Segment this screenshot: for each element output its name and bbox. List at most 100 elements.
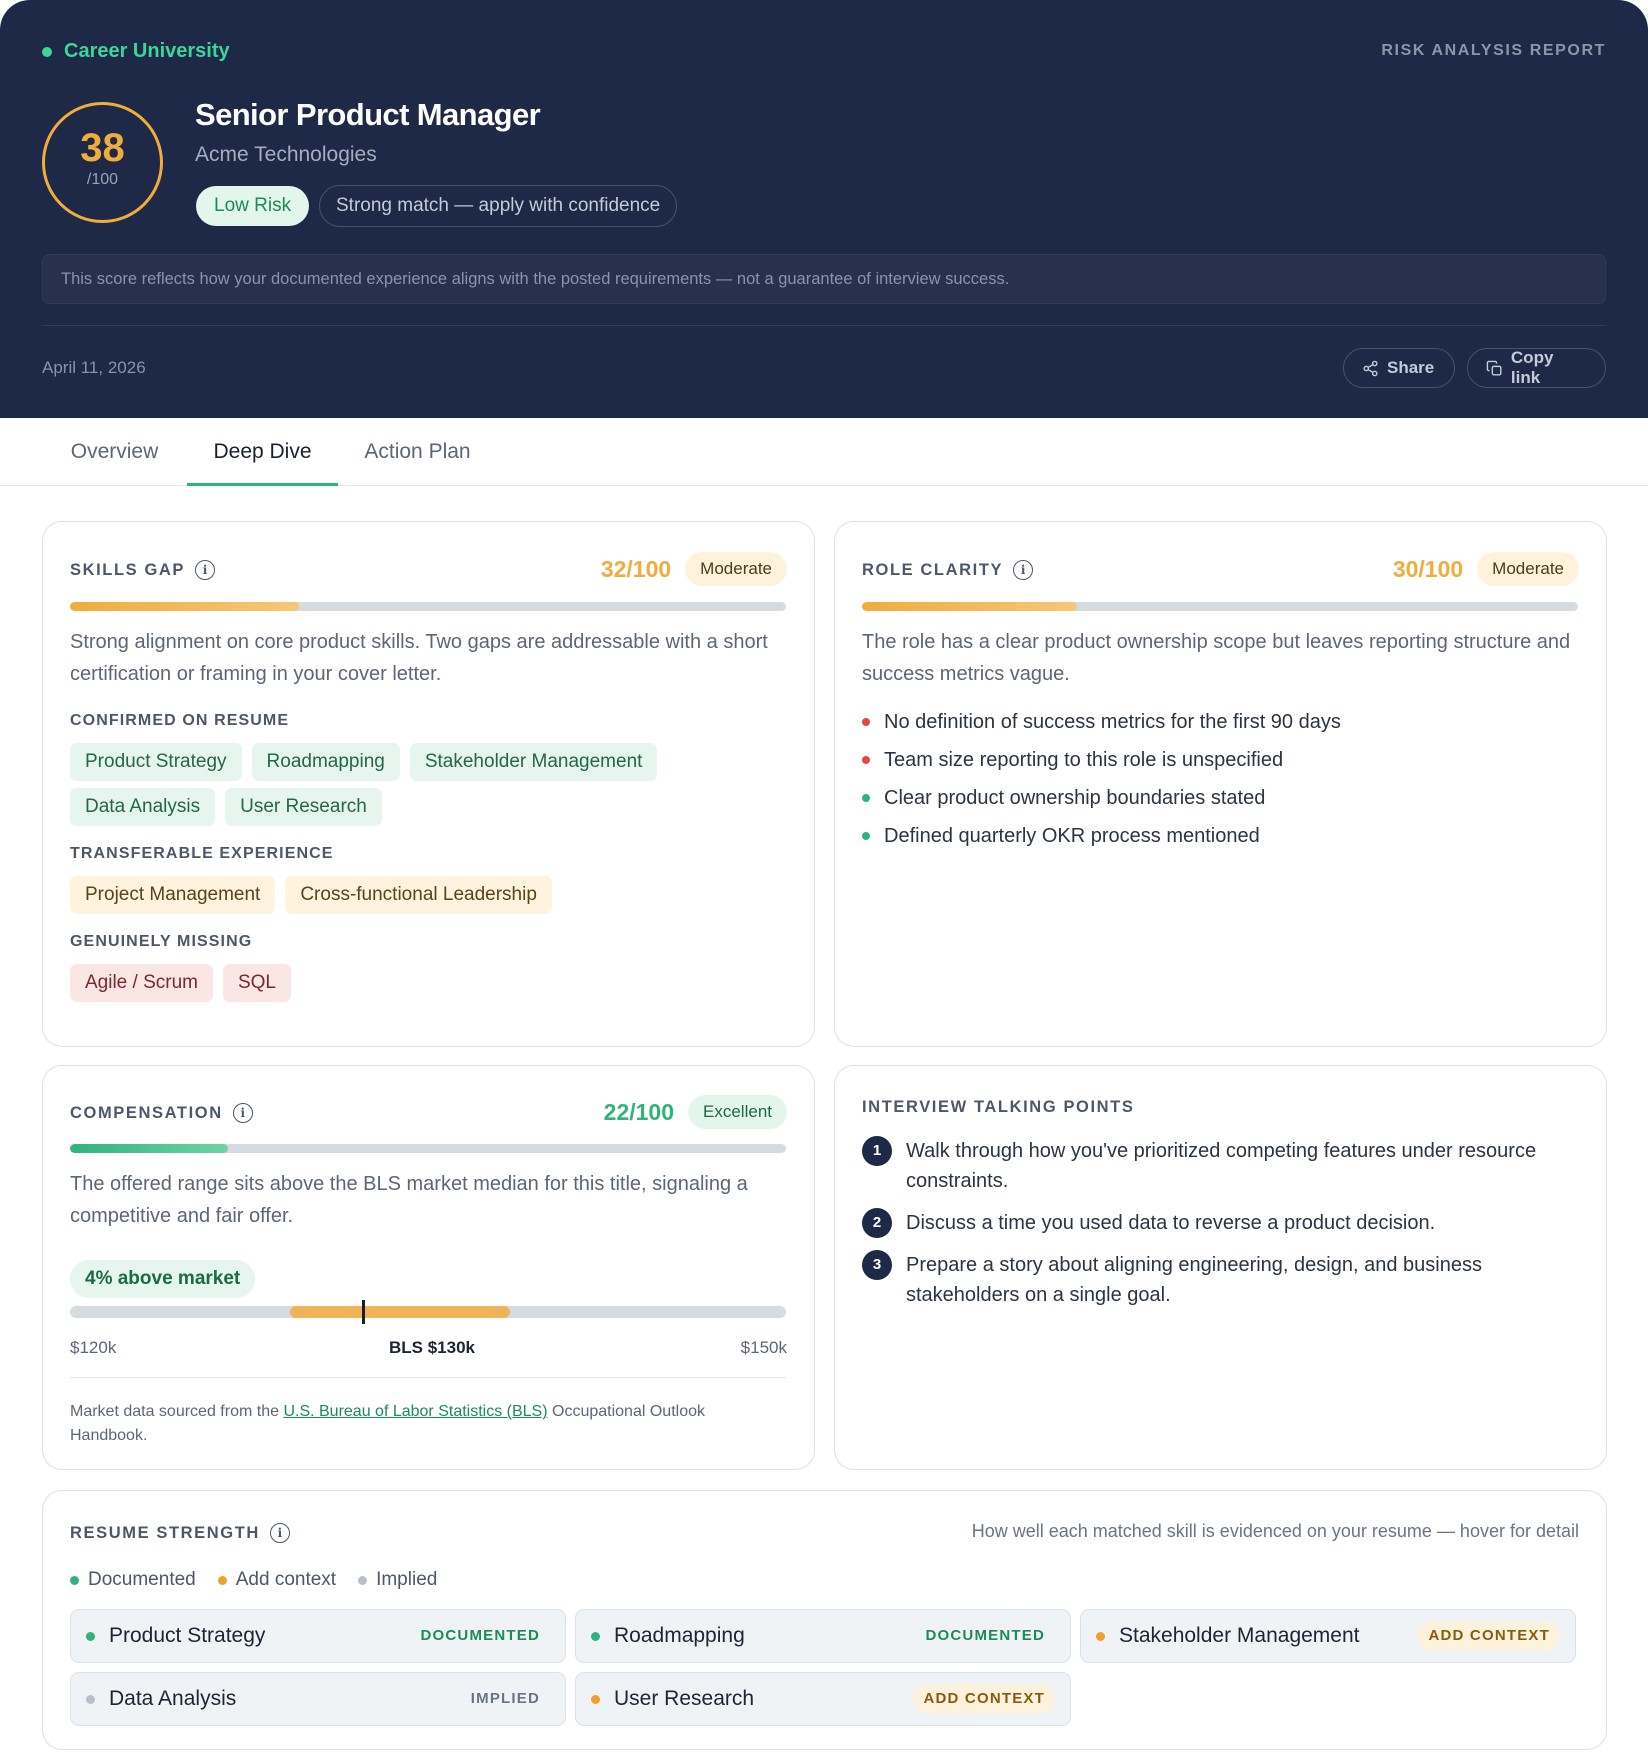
report-header: Career University RISK ANALYSIS REPORT 3… (0, 0, 1648, 418)
score-disclaimer: This score reflects how your documented … (42, 254, 1606, 304)
finding-item: Team size reporting to this role is unsp… (862, 741, 1341, 779)
skill-name: User Research (614, 1687, 755, 1710)
compensation-card: COMPENSATION i 22/100 Excellent The offe… (42, 1065, 815, 1470)
skills-gap-badge: Moderate (685, 552, 787, 586)
brand[interactable]: Career University (42, 40, 230, 63)
source-prefix: Market data sourced from the (70, 1403, 284, 1420)
role-clarity-score-group: 30/100 Moderate (1393, 552, 1579, 586)
strength-status: IMPLIED (470, 1690, 540, 1707)
transferable-chips: Project Management Cross-functional Lead… (70, 876, 552, 914)
documented-dot-icon (70, 1575, 79, 1585)
job-title: Senior Product Manager (195, 97, 541, 132)
documented-dot-icon (591, 1631, 600, 1641)
copy-link-label: Copy link (1510, 348, 1554, 387)
talking-points-list: 1 Walk through how you've prioritized co… (862, 1136, 1578, 1310)
company-name: Acme Technologies (195, 143, 377, 166)
range-min-label: $120k (70, 1338, 117, 1357)
risk-level-badge: Low Risk (196, 186, 310, 226)
skills-gap-bar-fill (70, 602, 300, 611)
talking-point-text: Prepare a story about aligning engineeri… (906, 1254, 1482, 1306)
strength-tile[interactable]: Data Analysis IMPLIED (70, 1672, 566, 1726)
skill-chip: Agile / Scrum (70, 964, 213, 1002)
talking-points-title: INTERVIEW TALKING POINTS (862, 1098, 1135, 1116)
implied-dot-icon (86, 1694, 95, 1704)
finding-text: Defined quarterly OKR process mentioned (884, 824, 1260, 847)
finding-item: Defined quarterly OKR process mentioned (862, 817, 1341, 855)
strength-tile[interactable]: Stakeholder Management ADD CONTEXT (1080, 1609, 1576, 1663)
role-clarity-bar (862, 602, 1578, 611)
compensation-label: COMPENSATION (70, 1103, 223, 1122)
documented-dot-icon (86, 1631, 95, 1641)
skill-name: Roadmapping (614, 1624, 745, 1647)
skill-name: Stakeholder Management (1119, 1624, 1360, 1647)
info-icon[interactable]: i (195, 560, 216, 580)
finding-item: No definition of success metrics for the… (862, 703, 1341, 741)
skills-gap-title: SKILLS GAP i (70, 560, 216, 580)
talking-point-item: 1 Walk through how you've prioritized co… (862, 1136, 1578, 1196)
skills-gap-score-group: 32/100 Moderate (601, 552, 787, 586)
step-number: 2 (862, 1208, 892, 1238)
missing-label: GENUINELY MISSING (70, 933, 253, 950)
resume-strength-card: RESUME STRENGTH i How well each matched … (42, 1490, 1607, 1750)
role-clarity-description: The role has a clear product ownership s… (862, 631, 1571, 685)
copy-link-button[interactable]: Copy link (1467, 348, 1606, 388)
compensation-divider (70, 1377, 786, 1378)
skill-chip: Roadmapping (251, 743, 400, 781)
salary-range-track (70, 1300, 786, 1324)
bls-source-link[interactable]: U.S. Bureau of Labor Statistics (BLS) (283, 1403, 547, 1420)
report-date: April 11, 2026 (42, 358, 146, 377)
compensation-bar (70, 1144, 786, 1153)
negative-dot-icon (862, 718, 870, 726)
strength-tile[interactable]: Product Strategy DOCUMENTED (70, 1609, 566, 1663)
skill-chip: Stakeholder Management (409, 743, 658, 781)
range-median-label: BLS $130k (389, 1338, 475, 1357)
confirmed-chips-row-1: Product Strategy Roadmapping Stakeholder… (70, 743, 658, 781)
compensation-score: 22/100 (603, 1098, 675, 1125)
add-context-dot-icon (1096, 1631, 1105, 1641)
skills-gap-label: SKILLS GAP (70, 560, 186, 579)
positive-dot-icon (862, 832, 870, 840)
share-icon (1363, 360, 1378, 376)
strength-tile[interactable]: User Research ADD CONTEXT (575, 1672, 1071, 1726)
skill-chip: Data Analysis (70, 788, 216, 826)
header-divider (42, 325, 1606, 326)
info-icon[interactable]: i (232, 1103, 253, 1123)
strength-status: ADD CONTEXT (1418, 1621, 1560, 1651)
step-number: 1 (862, 1136, 892, 1166)
tab-action-plan[interactable]: Action Plan (350, 418, 485, 486)
finding-text: Clear product ownership boundaries state… (884, 786, 1266, 809)
report-tabs: Overview Deep Dive Action Plan (0, 418, 1648, 486)
negative-dot-icon (862, 756, 870, 764)
confirmed-label: CONFIRMED ON RESUME (70, 712, 290, 729)
brand-dot-icon (42, 46, 52, 57)
talking-point-text: Discuss a time you used data to reverse … (906, 1212, 1436, 1234)
skills-gap-card: SKILLS GAP i 32/100 Moderate Strong alig… (42, 521, 815, 1047)
report-type-label: RISK ANALYSIS REPORT (1381, 42, 1606, 59)
info-icon[interactable]: i (269, 1523, 290, 1543)
talking-point-item: 3 Prepare a story about aligning enginee… (862, 1250, 1578, 1310)
implied-dot-icon (358, 1575, 368, 1585)
compensation-badge: Excellent (688, 1095, 787, 1129)
offered-range-fill (290, 1306, 510, 1318)
share-button[interactable]: Share (1343, 348, 1455, 388)
skill-chip: User Research (225, 788, 382, 826)
talking-points-card: INTERVIEW TALKING POINTS 1 Walk through … (834, 1065, 1607, 1470)
tab-overview[interactable]: Overview (42, 418, 187, 486)
copy-icon (1486, 360, 1502, 376)
strength-status: DOCUMENTED (420, 1627, 540, 1644)
strength-tile[interactable]: Roadmapping DOCUMENTED (575, 1609, 1071, 1663)
match-summary-badge: Strong match — apply with confidence (319, 185, 678, 227)
finding-text: No definition of success metrics for the… (884, 710, 1341, 733)
strength-status: DOCUMENTED (925, 1627, 1045, 1644)
legend-implied: Implied (358, 1569, 437, 1591)
tab-deep-dive[interactable]: Deep Dive (187, 418, 338, 486)
role-clarity-title: ROLE CLARITY i (862, 560, 1034, 580)
info-icon[interactable]: i (1013, 560, 1034, 580)
skill-chip: Cross-functional Leadership (285, 876, 552, 914)
legend-label: Implied (376, 1569, 438, 1590)
role-clarity-card: ROLE CLARITY i 30/100 Moderate The role … (834, 521, 1607, 1047)
positive-dot-icon (862, 794, 870, 802)
step-number: 3 (862, 1250, 892, 1280)
transferable-label: TRANSFERABLE EXPERIENCE (70, 845, 334, 862)
legend-label: Documented (88, 1569, 196, 1590)
